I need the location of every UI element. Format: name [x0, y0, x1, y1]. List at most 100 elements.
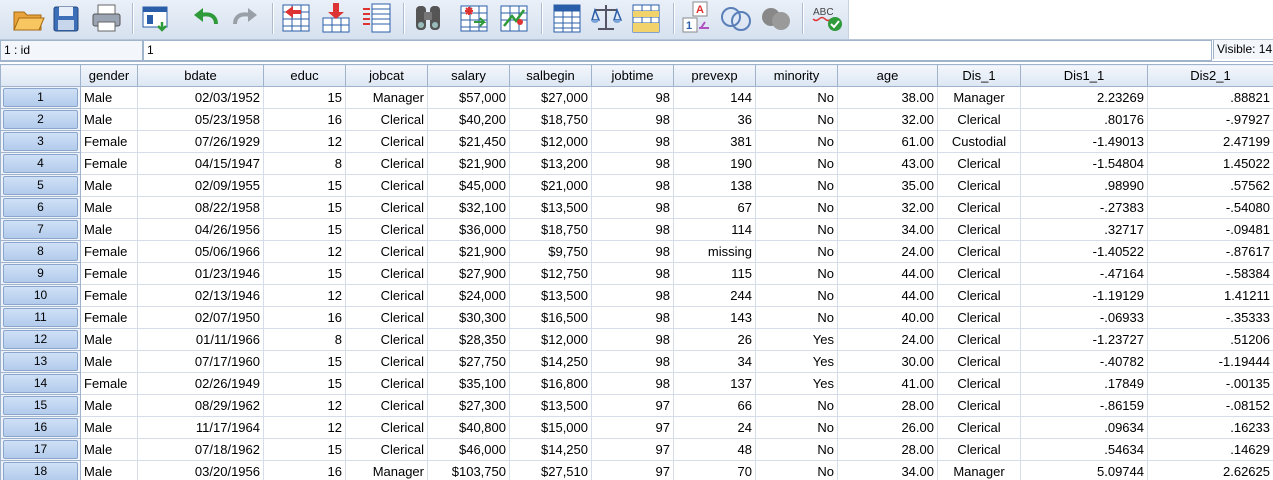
cell-educ[interactable]: 8 — [263, 328, 346, 351]
cell-dis1[interactable]: Clerical — [937, 196, 1021, 219]
row-header[interactable]: 12 — [0, 328, 81, 351]
cell-salary[interactable]: $32,100 — [427, 196, 510, 219]
cell-salbegin[interactable]: $13,200 — [509, 152, 592, 175]
cell-dis2-1[interactable]: 2.62625 — [1147, 460, 1273, 480]
use-variable-sets-icon[interactable] — [719, 0, 753, 36]
cell-salbegin[interactable]: $21,000 — [509, 174, 592, 197]
cell-gender[interactable]: Female — [80, 372, 138, 395]
cell-minority[interactable]: No — [755, 152, 838, 175]
redo-icon[interactable] — [229, 0, 263, 36]
cell-dis1-1[interactable]: -1.19129 — [1020, 284, 1148, 307]
cell-gender[interactable]: Male — [80, 218, 138, 241]
cell-prevexp[interactable]: 143 — [673, 306, 756, 329]
cell-prevexp[interactable]: 24 — [673, 416, 756, 439]
cell-educ[interactable]: 16 — [263, 460, 346, 480]
cell-bdate[interactable]: 11/17/1964 — [137, 416, 264, 439]
row-header[interactable]: 13 — [0, 350, 81, 373]
row-header[interactable]: 8 — [0, 240, 81, 263]
cell-jobcat[interactable]: Clerical — [345, 284, 428, 307]
row-header[interactable]: 3 — [0, 130, 81, 153]
cell-salary[interactable]: $28,350 — [427, 328, 510, 351]
cell-gender[interactable]: Male — [80, 438, 138, 461]
cell-age[interactable]: 24.00 — [837, 240, 938, 263]
cell-dis1[interactable]: Clerical — [937, 108, 1021, 131]
cell-dis2-1[interactable]: .51206 — [1147, 328, 1273, 351]
cell-dis2-1[interactable]: 2.47199 — [1147, 130, 1273, 153]
cell-jobtime[interactable]: 98 — [591, 306, 674, 329]
cell-age[interactable]: 30.00 — [837, 350, 938, 373]
cell-jobtime[interactable]: 97 — [591, 394, 674, 417]
cell-bdate[interactable]: 03/20/1956 — [137, 460, 264, 480]
cell-minority[interactable]: No — [755, 262, 838, 285]
cell-prevexp[interactable]: 67 — [673, 196, 756, 219]
cell-dis1-1[interactable]: -.06933 — [1020, 306, 1148, 329]
cell-minority[interactable]: No — [755, 394, 838, 417]
weight-cases-icon[interactable] — [590, 0, 624, 36]
cell-dis1-1[interactable]: -.27383 — [1020, 196, 1148, 219]
cell-educ[interactable]: 15 — [263, 372, 346, 395]
row-header[interactable]: 2 — [0, 108, 81, 131]
row-number[interactable]: 8 — [3, 242, 78, 261]
cell-jobcat[interactable]: Clerical — [345, 174, 428, 197]
cell-jobtime[interactable]: 97 — [591, 438, 674, 461]
row-number[interactable]: 3 — [3, 132, 78, 151]
row-header[interactable]: 11 — [0, 306, 81, 329]
cell-bdate[interactable]: 04/15/1947 — [137, 152, 264, 175]
cell-dis1[interactable]: Manager — [937, 86, 1021, 109]
cell-jobtime[interactable]: 98 — [591, 174, 674, 197]
cell-age[interactable]: 43.00 — [837, 152, 938, 175]
column-header-salary[interactable]: salary — [427, 64, 510, 87]
cell-salary[interactable]: $27,750 — [427, 350, 510, 373]
cell-bdate[interactable]: 02/09/1955 — [137, 174, 264, 197]
cell-jobcat[interactable]: Clerical — [345, 372, 428, 395]
cell-gender[interactable]: Male — [80, 394, 138, 417]
cell-prevexp[interactable]: 48 — [673, 438, 756, 461]
cell-dis2-1[interactable]: .88821 — [1147, 86, 1273, 109]
column-header-prevexp[interactable]: prevexp — [673, 64, 756, 87]
cell-jobtime[interactable]: 98 — [591, 218, 674, 241]
cell-gender[interactable]: Male — [80, 350, 138, 373]
cell-dis2-1[interactable]: -.54080 — [1147, 196, 1273, 219]
row-header[interactable]: 17 — [0, 438, 81, 461]
cell-dis1[interactable]: Clerical — [937, 218, 1021, 241]
cell-prevexp[interactable]: 137 — [673, 372, 756, 395]
cell-jobtime[interactable]: 97 — [591, 460, 674, 480]
cell-prevexp[interactable]: 70 — [673, 460, 756, 480]
row-number[interactable]: 12 — [3, 330, 78, 349]
cell-bdate[interactable]: 08/22/1958 — [137, 196, 264, 219]
cell-educ[interactable]: 15 — [263, 86, 346, 109]
cell-age[interactable]: 28.00 — [837, 438, 938, 461]
cell-bdate[interactable]: 01/23/1946 — [137, 262, 264, 285]
cell-educ[interactable]: 12 — [263, 394, 346, 417]
cell-salbegin[interactable]: $13,500 — [509, 284, 592, 307]
cell-jobtime[interactable]: 98 — [591, 328, 674, 351]
insert-cases-icon[interactable] — [458, 0, 492, 36]
cell-gender[interactable]: Male — [80, 460, 138, 480]
cell-prevexp[interactable]: 190 — [673, 152, 756, 175]
cell-gender[interactable]: Female — [80, 240, 138, 263]
cell-minority[interactable]: No — [755, 416, 838, 439]
cell-age[interactable]: 24.00 — [837, 328, 938, 351]
cell-jobtime[interactable]: 98 — [591, 196, 674, 219]
row-header[interactable]: 5 — [0, 174, 81, 197]
cell-dis2-1[interactable]: .16233 — [1147, 416, 1273, 439]
cell-jobcat[interactable]: Manager — [345, 460, 428, 480]
cell-salbegin[interactable]: $13,500 — [509, 196, 592, 219]
cell-gender[interactable]: Female — [80, 284, 138, 307]
cell-dis2-1[interactable]: -.87617 — [1147, 240, 1273, 263]
cell-prevexp[interactable]: 26 — [673, 328, 756, 351]
cell-bdate[interactable]: 05/06/1966 — [137, 240, 264, 263]
cell-minority[interactable]: No — [755, 108, 838, 131]
cell-salbegin[interactable]: $15,000 — [509, 416, 592, 439]
column-header-jobtime[interactable]: jobtime — [591, 64, 674, 87]
cell-salbegin[interactable]: $13,500 — [509, 394, 592, 417]
print-icon[interactable] — [90, 0, 124, 36]
cell-jobcat[interactable]: Clerical — [345, 328, 428, 351]
row-number[interactable]: 11 — [3, 308, 78, 327]
cell-dis2-1[interactable]: -.35333 — [1147, 306, 1273, 329]
goto-variable-icon[interactable] — [320, 0, 354, 36]
cell-prevexp[interactable]: 36 — [673, 108, 756, 131]
cell-dis2-1[interactable]: -.08152 — [1147, 394, 1273, 417]
cell-dis1[interactable]: Clerical — [937, 152, 1021, 175]
cell-gender[interactable]: Male — [80, 328, 138, 351]
